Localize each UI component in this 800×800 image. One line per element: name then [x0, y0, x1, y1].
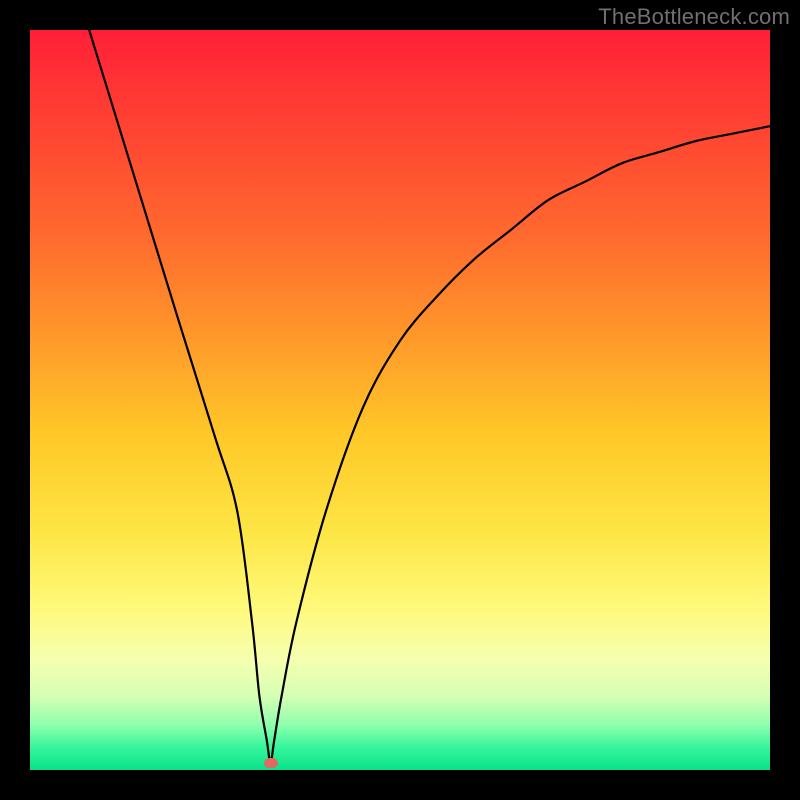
chart-frame: TheBottleneck.com: [0, 0, 800, 800]
optimum-marker: [264, 758, 278, 768]
watermark-text: TheBottleneck.com: [598, 4, 790, 30]
curve-path: [89, 30, 770, 763]
plot-area: [30, 30, 770, 770]
curve-svg: [30, 30, 770, 770]
